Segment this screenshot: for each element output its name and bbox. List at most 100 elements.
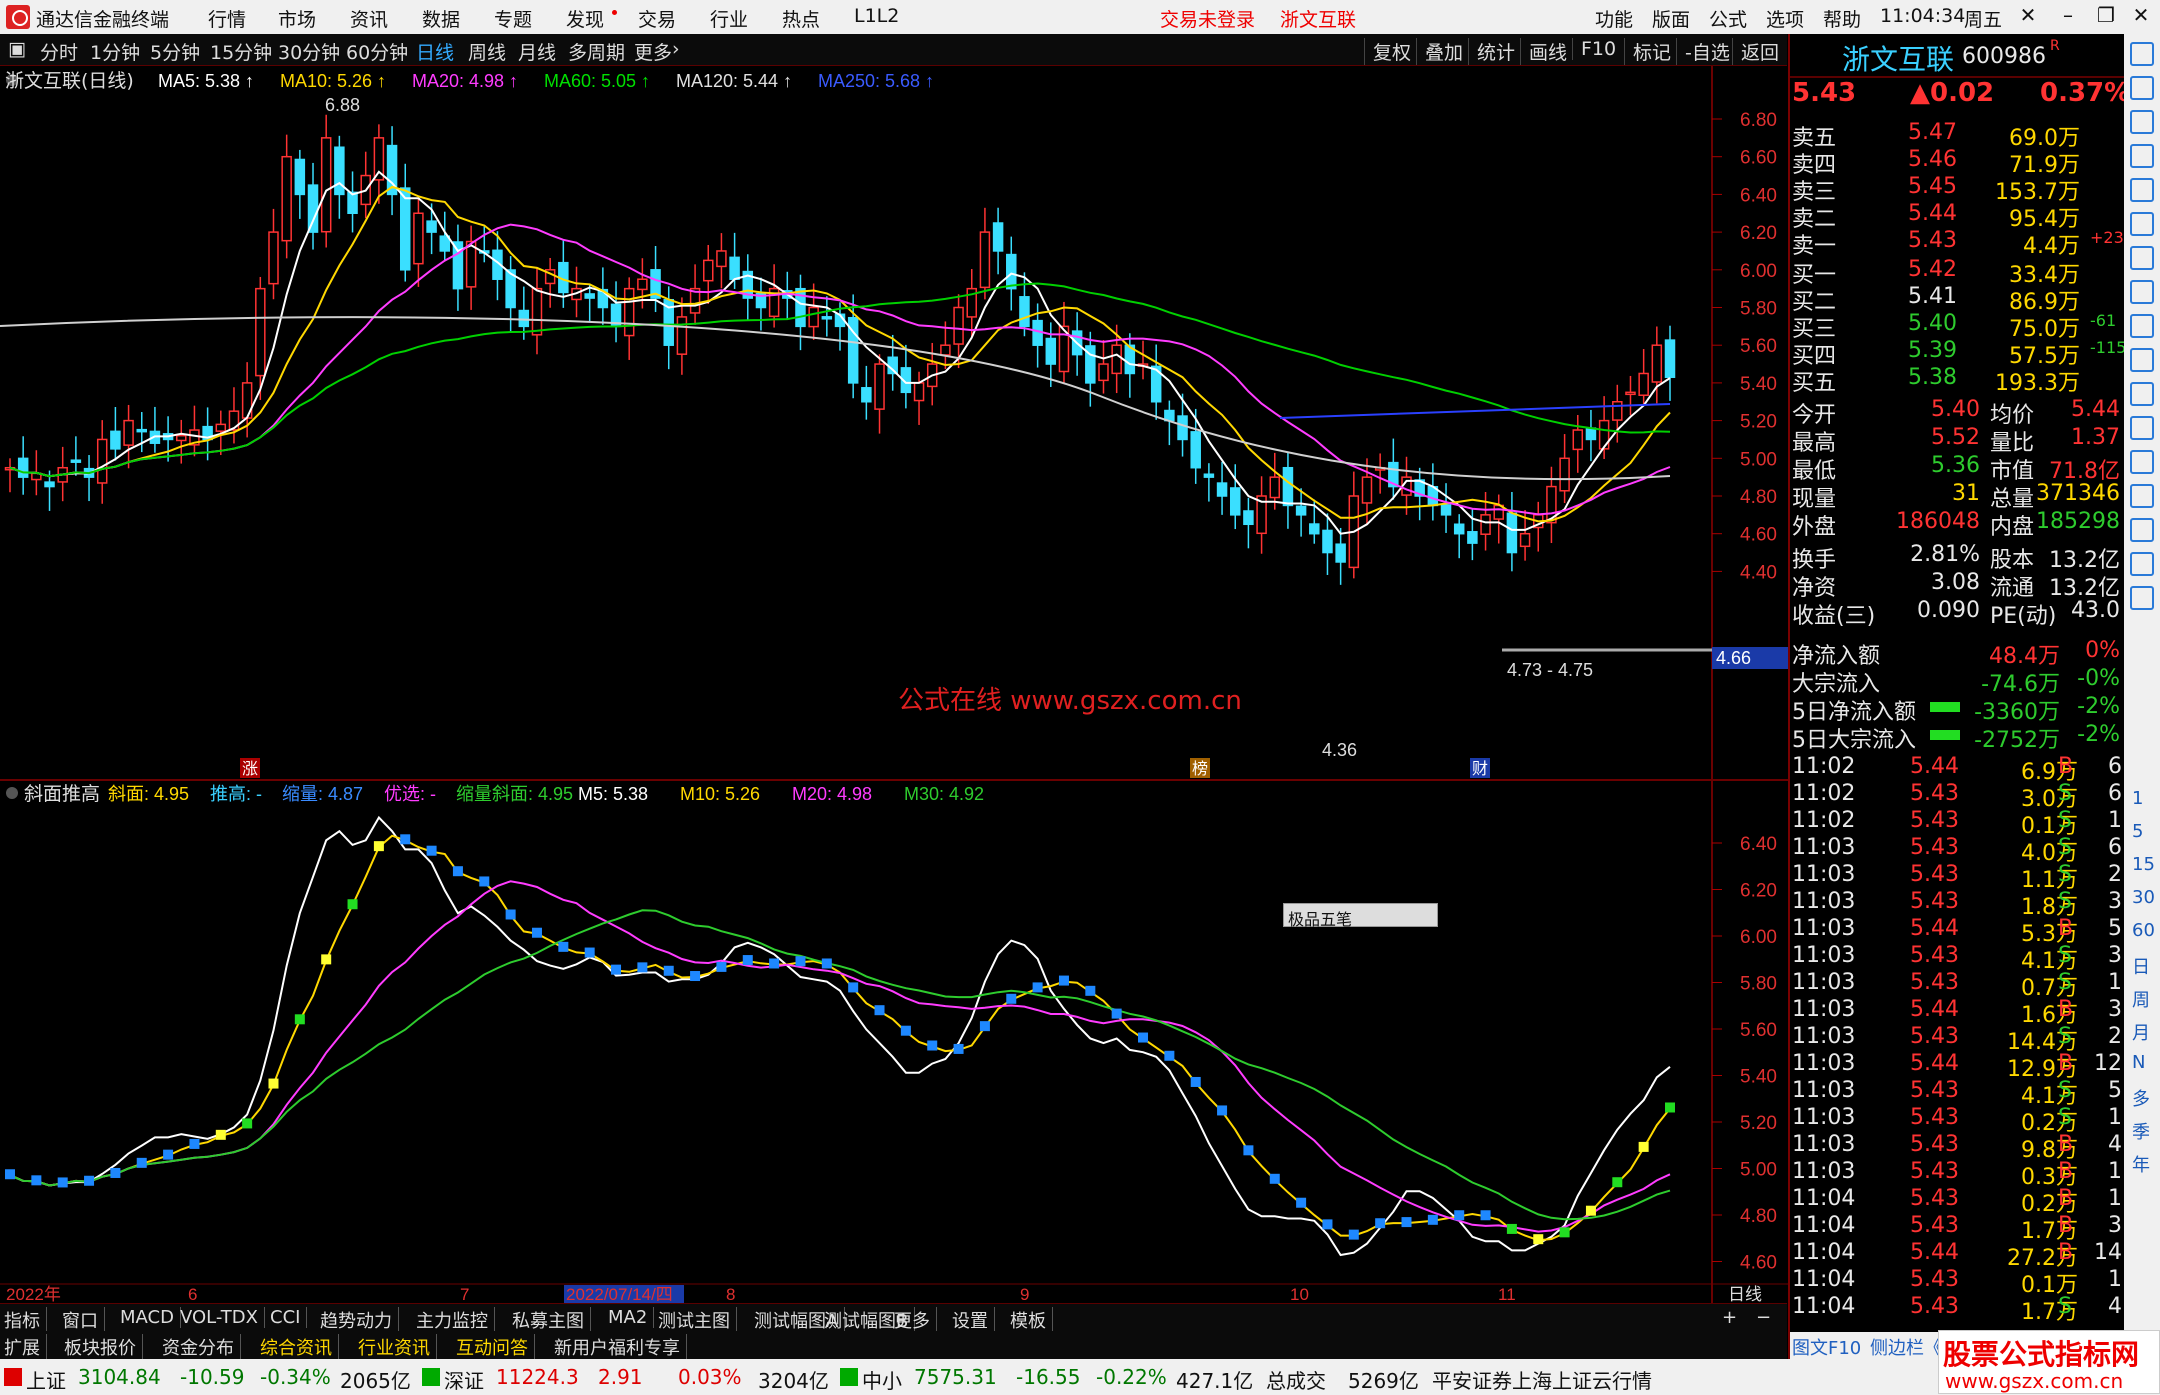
- ask-row[interactable]: 卖四 5.46 71.9万: [1790, 147, 2126, 178]
- period-tab-more[interactable]: 更多: [634, 38, 672, 65]
- chevron-right-icon[interactable]: ›: [672, 38, 680, 60]
- candle-body[interactable]: [1572, 429, 1584, 451]
- candle-body[interactable]: [1098, 363, 1109, 382]
- candle-body[interactable]: [110, 430, 121, 450]
- candle-body[interactable]: [1006, 253, 1017, 290]
- candle-body[interactable]: [729, 256, 740, 280]
- candle-body[interactable]: [176, 434, 187, 442]
- candle-body[interactable]: [716, 250, 727, 268]
- close-x-icon[interactable]: ✕: [2013, 3, 2043, 31]
- period-tab-fenshi[interactable]: 分时: [40, 38, 78, 65]
- candle-body[interactable]: [465, 240, 477, 288]
- btn-zixuan[interactable]: -自选: [1676, 38, 1730, 65]
- candle-body[interactable]: [1111, 344, 1122, 375]
- btn-huaxian[interactable]: 画线: [1520, 38, 1567, 65]
- menu-item-xuanxiang[interactable]: 选项: [1766, 5, 1804, 32]
- menu-item-hangye[interactable]: 行业: [710, 5, 748, 32]
- candle-body[interactable]: [347, 191, 358, 214]
- candle-body[interactable]: [1519, 532, 1531, 548]
- sidebar-tool-icon[interactable]: [2130, 484, 2154, 508]
- sidebar-tool-icon[interactable]: [2130, 110, 2154, 134]
- candle-body[interactable]: [17, 457, 29, 478]
- candle-body[interactable]: [1625, 391, 1636, 396]
- candle-body[interactable]: [1598, 419, 1610, 450]
- toggle-panel-icon[interactable]: ▣: [8, 38, 26, 60]
- sidebar-tool-icon[interactable]: [2130, 42, 2154, 66]
- candle-body[interactable]: [637, 278, 648, 291]
- minimize-icon[interactable]: –: [2053, 3, 2083, 31]
- candle-body[interactable]: [1295, 505, 1307, 516]
- candle-body[interactable]: [399, 187, 411, 271]
- btn-biaoji[interactable]: 标记: [1624, 38, 1671, 65]
- candle-body[interactable]: [1309, 523, 1320, 535]
- candle-body[interactable]: [1559, 457, 1570, 492]
- period-tab-30min[interactable]: 30分钟: [278, 38, 340, 65]
- candle-body[interactable]: [1638, 372, 1649, 396]
- period-tab-multi[interactable]: 多周期: [568, 38, 625, 65]
- candle-body[interactable]: [584, 293, 595, 299]
- period-tab-monthly[interactable]: 月线: [518, 38, 556, 65]
- candle-body[interactable]: [1335, 543, 1346, 563]
- period-tab-weekly[interactable]: 周线: [468, 38, 506, 65]
- menu-item-jiaoyi[interactable]: 交易: [638, 5, 676, 32]
- sidebar-period-item[interactable]: 年: [2132, 1151, 2150, 1177]
- candle-body[interactable]: [320, 137, 332, 233]
- candle-body[interactable]: [215, 423, 227, 432]
- indicator-tab[interactable]: 更多: [894, 1307, 937, 1333]
- restore-icon[interactable]: ❐: [2091, 3, 2121, 31]
- candle-body[interactable]: [1045, 337, 1057, 365]
- sidebar-period-item[interactable]: 月: [2132, 1019, 2150, 1045]
- sidebar-tool-icon[interactable]: [2130, 280, 2154, 304]
- menu-item-gongneng[interactable]: 功能: [1595, 5, 1633, 32]
- extension-tab[interactable]: 板块报价: [64, 1334, 143, 1360]
- candle-body[interactable]: [1453, 523, 1465, 535]
- indicator-tab[interactable]: 指标: [4, 1307, 47, 1333]
- candle-body[interactable]: [703, 259, 714, 282]
- menu-item-banmian[interactable]: 版面: [1652, 5, 1690, 32]
- indicator-tab[interactable]: 趋势动力: [320, 1307, 399, 1333]
- sidebar-period-item[interactable]: 日: [2132, 953, 2150, 979]
- menu-item-bangzhu[interactable]: 帮助: [1823, 5, 1861, 32]
- candle-body[interactable]: [281, 155, 292, 242]
- extension-tab[interactable]: 互动问答: [456, 1334, 535, 1360]
- sidebar-period-item[interactable]: 周: [2132, 986, 2150, 1012]
- candle-body[interactable]: [1243, 510, 1254, 526]
- indicator-tab[interactable]: VOL-TDX: [180, 1307, 265, 1328]
- candle-body[interactable]: [1506, 512, 1518, 554]
- period-tab-15min[interactable]: 15分钟: [210, 38, 272, 65]
- extension-tab[interactable]: 资金分布: [162, 1334, 241, 1360]
- sidebar-tool-icon[interactable]: [2130, 246, 2154, 270]
- menu-item-zhuanti[interactable]: 专题: [494, 5, 532, 32]
- indicator-tab[interactable]: 窗口: [62, 1307, 105, 1333]
- candle-body[interactable]: [1467, 531, 1478, 544]
- sidebar-tool-icon[interactable]: [2130, 552, 2154, 576]
- sidebar-period-item[interactable]: 60: [2132, 920, 2155, 941]
- sidebar-tool-icon[interactable]: [2130, 76, 2154, 100]
- close-window-icon[interactable]: ✕: [2126, 3, 2156, 31]
- candle-body[interactable]: [1269, 476, 1281, 499]
- sidebar-tool-icon[interactable]: [2130, 382, 2154, 406]
- btn-fanhui[interactable]: 返回: [1732, 38, 1779, 65]
- sidebar-period-item[interactable]: N: [2132, 1052, 2145, 1073]
- sidebar-tool-icon[interactable]: [2130, 586, 2154, 610]
- sidebar-tool-icon[interactable]: [2130, 348, 2154, 372]
- extension-tab[interactable]: 新用户福利专享: [554, 1334, 687, 1360]
- candle-body[interactable]: [1229, 487, 1241, 516]
- candle-body[interactable]: [294, 158, 306, 196]
- period-tab-daily[interactable]: 日线: [416, 38, 454, 65]
- candle-body[interactable]: [992, 222, 1004, 252]
- sidebar-tool-icon[interactable]: [2130, 416, 2154, 440]
- candle-body[interactable]: [70, 459, 82, 463]
- candle-body[interactable]: [1322, 529, 1333, 554]
- candle-body[interactable]: [940, 344, 951, 356]
- ask-row[interactable]: 卖一 5.43 4.4万 +23: [1790, 228, 2126, 259]
- candle-body[interactable]: [676, 316, 688, 355]
- candle-body[interactable]: [1440, 504, 1452, 516]
- sidebar-period-item[interactable]: 1: [2132, 788, 2143, 809]
- indicator-tab[interactable]: CCI: [270, 1307, 308, 1328]
- btn-fuquan[interactable]: 复权: [1364, 38, 1411, 65]
- bid-row[interactable]: 买三 5.40 75.0万 -61: [1790, 311, 2126, 342]
- candle-body[interactable]: [979, 231, 991, 289]
- trade-login-status[interactable]: 交易未登录: [1160, 5, 1255, 32]
- sidebar-period-item[interactable]: 15: [2132, 854, 2155, 875]
